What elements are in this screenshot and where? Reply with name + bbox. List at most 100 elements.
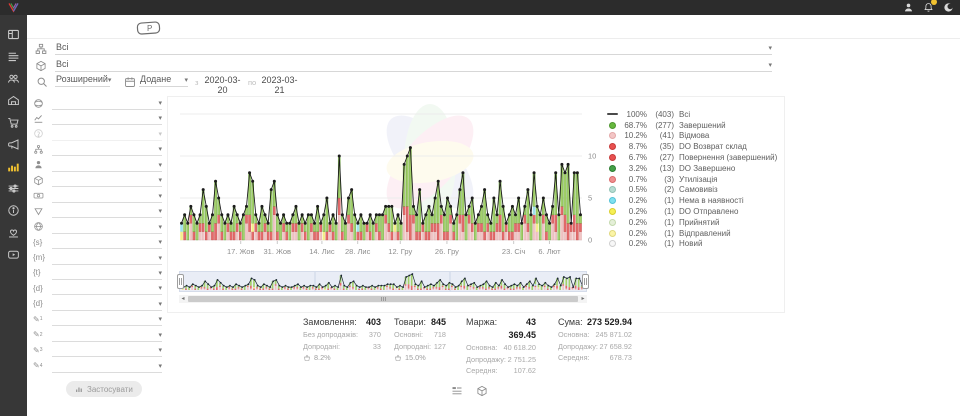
filter-row-question[interactable]: ▾	[33, 127, 162, 141]
date-from-input[interactable]: 2020-03-20	[201, 75, 244, 98]
rail-item-marketing[interactable]	[0, 133, 27, 155]
filter-row-funnel[interactable]: ▾	[33, 204, 162, 218]
legend-count: (2)	[647, 185, 674, 194]
filter-row-product[interactable]: ▾	[33, 173, 162, 187]
chevron-down-icon: ▾	[158, 255, 162, 264]
legend-item-3[interactable]: 8.7%(35)DO Возврат склад	[605, 141, 781, 152]
legend-item-5[interactable]: 3.2%(13)DO Завершено	[605, 163, 781, 174]
bell-icon[interactable]	[923, 2, 934, 13]
filter-row-custom-3[interactable]: ✎3▾	[33, 343, 162, 357]
filter-row-custom-4[interactable]: ✎4 ▾	[33, 359, 162, 373]
chart-navigator[interactable]	[179, 271, 587, 292]
legend-dot-swatch	[605, 132, 619, 139]
filter-select-custom-3[interactable]: ▾	[52, 343, 162, 357]
filter-row-var-d1[interactable]: {d}▾	[33, 281, 162, 295]
filter-select-custom-4[interactable]: ▾	[52, 359, 162, 373]
filter-select-globe[interactable]: ▾	[52, 96, 162, 110]
legend-item-4[interactable]: 6.7%(27)Повернення (завершений)	[605, 152, 781, 163]
date-to-input[interactable]: 2023-03-21	[258, 75, 301, 98]
legend-item-8[interactable]: 0.2%(1)Нема в наявності	[605, 195, 781, 206]
product-filter-select[interactable]: Всі ▾	[55, 59, 772, 72]
rail-item-customers[interactable]	[0, 67, 27, 89]
filter-row-trend[interactable]: ▾	[33, 111, 162, 125]
world-icon	[33, 221, 46, 233]
rail-item-cart[interactable]	[0, 111, 27, 133]
filter-row-country[interactable]: ▾	[33, 220, 162, 234]
horizontal-scrollbar[interactable]: ◂ ▸	[179, 295, 587, 303]
rail-item-video[interactable]	[0, 243, 27, 265]
filter-row-var-s[interactable]: {s}▾	[33, 235, 162, 249]
legend-item-6[interactable]: 0.7%(3)Утилізація	[605, 174, 781, 185]
rail-item-info[interactable]	[0, 199, 27, 221]
apply-button[interactable]: Застосувати	[66, 381, 142, 397]
filter-select-hierarchy[interactable]: ▾	[52, 142, 162, 156]
stat-sub-label: Середня:	[466, 365, 498, 377]
rail-item-settings[interactable]	[0, 177, 27, 199]
header-separator	[27, 38, 960, 39]
filter-row-var-t[interactable]: {t}▾	[33, 266, 162, 280]
filter-select-var-m[interactable]: ▾	[52, 251, 162, 265]
filter-row-manager[interactable]: ▾	[33, 158, 162, 172]
scroll-right-icon[interactable]: ▸	[579, 295, 587, 303]
filter-select-payment[interactable]: ▾	[52, 189, 162, 203]
filter-row-var-d2[interactable]: {d}▾	[33, 297, 162, 311]
chevron-down-icon: ▾	[768, 45, 772, 54]
filter-select-var-s[interactable]: ▾	[52, 235, 162, 249]
filter-select-funnel[interactable]: ▾	[52, 204, 162, 218]
search-mode-select[interactable]: Розширений ▾	[55, 74, 110, 87]
stat-sub-row: Основна:245 871.02	[558, 329, 632, 341]
filter-select-question[interactable]: ▾	[52, 127, 162, 141]
legend-item-12[interactable]: 0.2%(1)Новий	[605, 239, 781, 250]
stat-col-margin: Маржа:43 369.45Основна:40 618.20Допродаж…	[466, 316, 536, 377]
filter-row-payment[interactable]: ▾	[33, 189, 162, 203]
filter-row-var-m[interactable]: {m}▾	[33, 251, 162, 265]
rail-item-statistics[interactable]	[0, 155, 27, 177]
filter-select-custom-1[interactable]: ▾	[52, 312, 162, 326]
scroll-left-icon[interactable]: ◂	[179, 295, 187, 303]
filter-select-var-d2[interactable]: ▾	[52, 297, 162, 311]
filter-select-country[interactable]: ▾	[52, 220, 162, 234]
filter-select-var-d1[interactable]: ▾	[52, 281, 162, 295]
orders-chart[interactable]: 051017. Жов31. Жов14. Лис28. Лис12. Гру2…	[176, 100, 600, 262]
legend-item-2[interactable]: 10.2%(41)Відмова	[605, 131, 781, 142]
status-filter-select[interactable]: Всі ▾	[55, 42, 772, 55]
rail-item-dashboard[interactable]	[0, 23, 27, 45]
filter-select-trend[interactable]: ▾	[52, 111, 162, 125]
legend-item-7[interactable]: 0.5%(2)Самовивіз	[605, 185, 781, 196]
person-icon[interactable]	[903, 2, 914, 13]
filter-row-custom-1[interactable]: ✎1▾	[33, 312, 162, 326]
stat-sub-label: Середня:	[558, 352, 590, 364]
rail-item-warehouse[interactable]	[0, 89, 27, 111]
chevron-down-icon: ▾	[158, 115, 162, 124]
rail-item-loyalty[interactable]	[0, 221, 27, 243]
filter-select-manager[interactable]: ▾	[52, 158, 162, 172]
legend-item-10[interactable]: 0.2%(1)Прийнятий	[605, 217, 781, 228]
avatar-icon[interactable]	[943, 2, 954, 13]
legend-item-11[interactable]: 0.2%(1)Відправлений	[605, 228, 781, 239]
stat-sub-label: Допродані:	[303, 341, 340, 353]
legend-item-1[interactable]: 68.7%(277)Завершений	[605, 120, 781, 131]
filter-select-custom-2[interactable]: ▾	[52, 328, 162, 342]
date-field-select[interactable]: Додане ▾	[139, 74, 188, 87]
preset-icon[interactable]: P	[136, 21, 162, 35]
stat-col-items: Товари:845Основні:718Допродані:12715.0%	[394, 316, 446, 364]
filter-select-product[interactable]: ▾	[52, 173, 162, 187]
legend-dot-swatch	[605, 230, 619, 237]
navigator-handle-right[interactable]	[582, 274, 589, 289]
filter-row-hierarchy[interactable]: ▾	[33, 142, 162, 156]
legend-item-9[interactable]: 0.2%(1)DO Отправлено	[605, 206, 781, 217]
chevron-down-icon: ▾	[158, 316, 162, 325]
filter-row-custom-2[interactable]: ✎2▾	[33, 328, 162, 342]
filter-row-globe[interactable]: ▾	[33, 96, 162, 110]
app-logo-icon[interactable]	[7, 1, 20, 14]
sitemap-icon	[35, 43, 47, 55]
listview-icon[interactable]	[451, 385, 463, 397]
chevron-down-icon: ▾	[158, 270, 162, 279]
scrollbar-thumb[interactable]	[188, 296, 578, 302]
legend-item-0[interactable]: 100%(403)Всі	[605, 109, 781, 120]
navigator-handle-left[interactable]	[177, 274, 184, 289]
filter-select-var-t[interactable]: ▾	[52, 266, 162, 280]
variable-icon: ✎4	[33, 360, 46, 372]
rail-item-orders[interactable]	[0, 45, 27, 67]
package-icon[interactable]	[476, 385, 488, 397]
